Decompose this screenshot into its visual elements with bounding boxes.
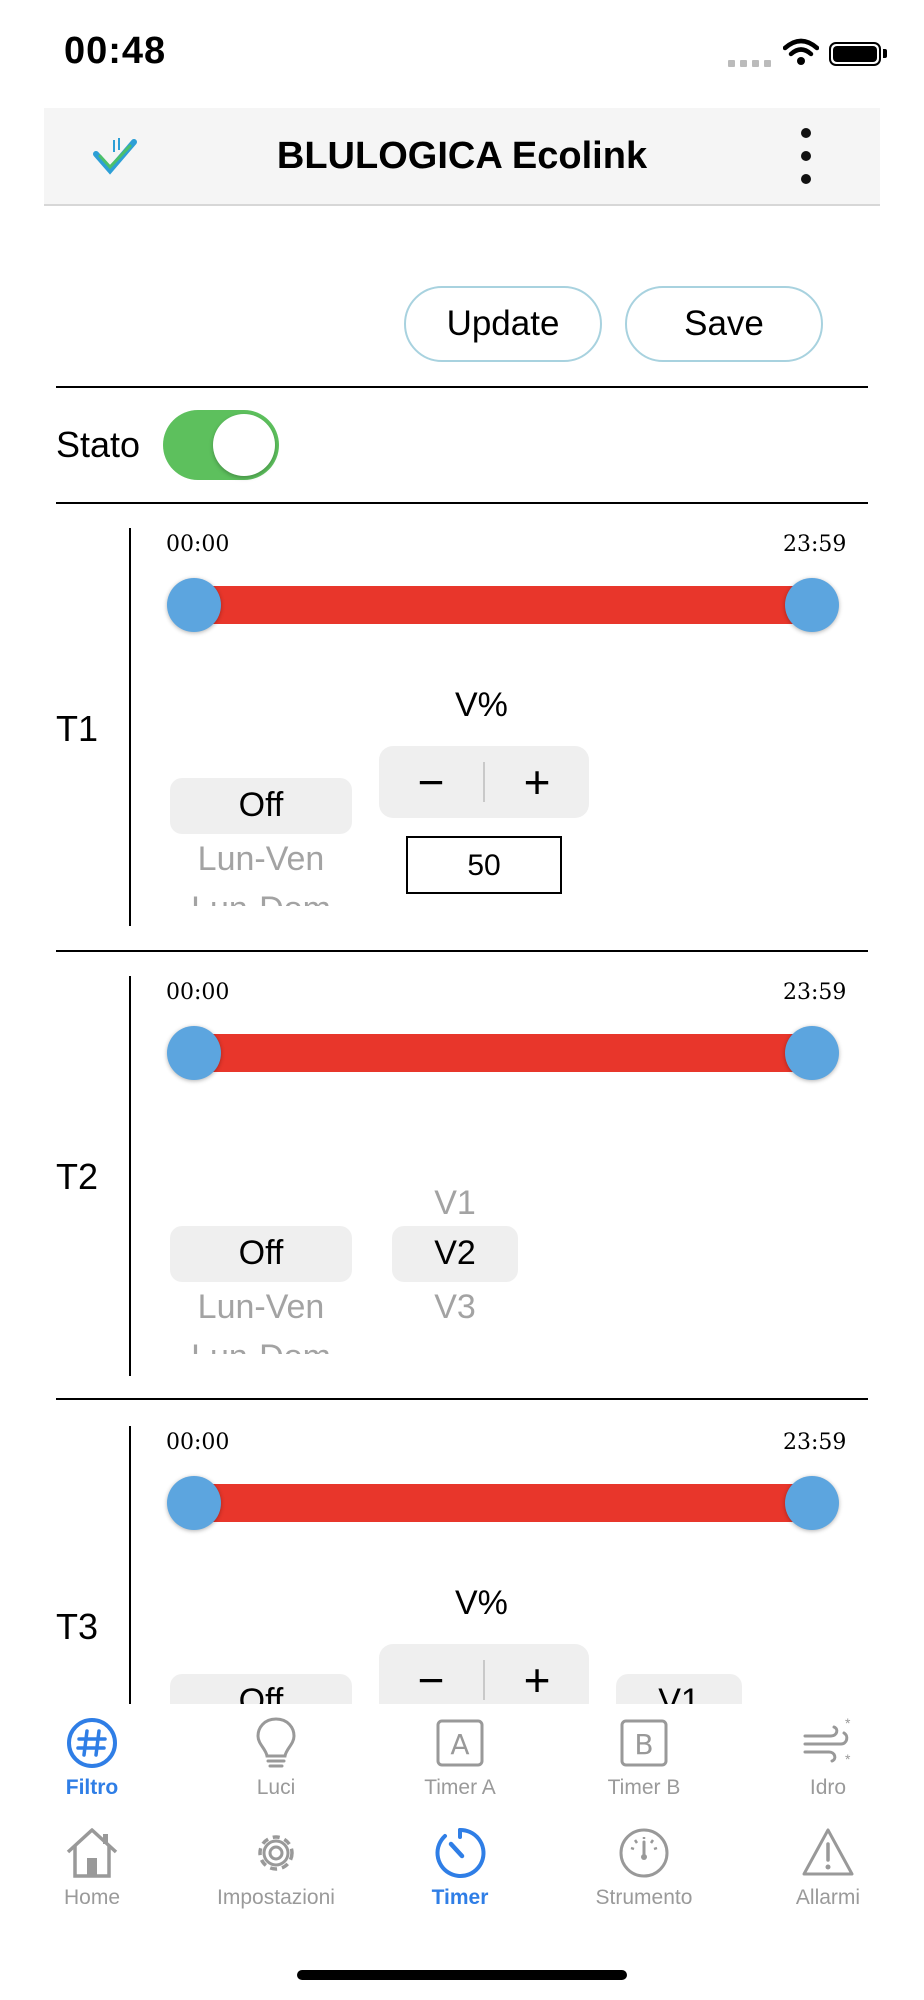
- increment-button[interactable]: +: [485, 1644, 589, 1704]
- timer-label: T3: [56, 1606, 99, 1647]
- range-start-time: 00:00: [166, 1430, 230, 1455]
- tab-label: Timer A: [424, 1776, 496, 1799]
- svg-text:*: *: [845, 1751, 851, 1767]
- range-end-time: 23:59: [783, 980, 847, 1005]
- divider: [56, 950, 868, 952]
- range-start-handle[interactable]: [167, 1026, 221, 1080]
- timer-label: T2: [56, 1156, 99, 1197]
- range-start-time: 00:00: [166, 532, 230, 557]
- gear-icon: [258, 1835, 294, 1871]
- svg-text:B: B: [634, 1728, 653, 1761]
- range-end-handle[interactable]: [785, 1026, 839, 1080]
- timer-label: T1: [56, 708, 99, 749]
- wifi-icon: [783, 38, 819, 65]
- divider: [56, 386, 868, 388]
- vperc-label: V%: [455, 686, 508, 724]
- timer-separator: [129, 528, 131, 926]
- warning-icon: [802, 1828, 854, 1876]
- days-picker-selected[interactable]: Off: [170, 786, 352, 825]
- timer-separator: [129, 976, 131, 1376]
- days-picker-selected[interactable]: Off: [170, 1682, 352, 1704]
- tab-label: Strumento: [595, 1886, 693, 1909]
- tab-label: Impostazioni: [217, 1886, 335, 1909]
- increment-button[interactable]: +: [485, 746, 589, 818]
- app-title: BLULOGICA Ecolink: [276, 135, 648, 177]
- time-range-track: [190, 586, 812, 624]
- wind-icon: * *: [803, 1716, 851, 1767]
- tab-label: Luci: [256, 1776, 296, 1799]
- days-picker-option[interactable]: Lun-Dom: [170, 890, 352, 906]
- tab-label: Timer B: [607, 1776, 681, 1799]
- tab-timer[interactable]: Timer: [368, 1826, 552, 1910]
- home-icon: [66, 1828, 118, 1878]
- tab-label: Filtro: [65, 1776, 119, 1799]
- tab-filtro[interactable]: Filtro: [0, 1716, 184, 1800]
- tab-timer-a[interactable]: A Timer A: [368, 1716, 552, 1800]
- timer-a-icon: A: [436, 1719, 484, 1767]
- battery-tip: [883, 49, 887, 58]
- speed-picker-selected[interactable]: V1: [616, 1682, 742, 1704]
- home-indicator: [297, 1970, 627, 1980]
- time-range-track: [190, 1034, 812, 1072]
- stopwatch-icon: [435, 1827, 486, 1878]
- battery-icon: [829, 42, 881, 66]
- speed-picker-selected[interactable]: V2: [392, 1234, 518, 1273]
- timer-t3-section: T3 00:00 23:59 V% − + Off V1: [0, 1400, 924, 1704]
- stato-label: Stato: [56, 424, 141, 465]
- vperc-value[interactable]: 50: [406, 836, 562, 894]
- range-end-handle[interactable]: [785, 1476, 839, 1530]
- svg-text:*: *: [845, 1716, 851, 1731]
- stato-toggle[interactable]: [163, 410, 279, 480]
- tab-label: Timer: [431, 1886, 489, 1909]
- tab-luci[interactable]: Luci: [184, 1716, 368, 1800]
- vperc-label: V%: [455, 1584, 508, 1622]
- divider: [56, 502, 868, 504]
- overflow-menu-icon[interactable]: [796, 128, 816, 184]
- range-end-time: 23:59: [783, 532, 847, 557]
- gauge-icon: [619, 1828, 669, 1878]
- range-start-handle[interactable]: [167, 578, 221, 632]
- tab-timer-b[interactable]: B Timer B: [552, 1716, 736, 1800]
- range-end-time: 23:59: [783, 1430, 847, 1455]
- range-end-handle[interactable]: [785, 578, 839, 632]
- range-start-handle[interactable]: [167, 1476, 221, 1530]
- vperc-stepper[interactable]: − +: [379, 746, 589, 818]
- tab-strumento[interactable]: Strumento: [552, 1826, 736, 1910]
- timer-separator: [129, 1426, 131, 1704]
- tab-label: Home: [63, 1886, 121, 1909]
- vperc-stepper[interactable]: − +: [379, 1644, 589, 1704]
- range-start-time: 00:00: [166, 980, 230, 1005]
- cellular-signal-icon: [728, 60, 771, 67]
- timer-b-icon: B: [620, 1719, 668, 1767]
- save-button[interactable]: Save: [625, 286, 823, 362]
- lightbulb-icon: [256, 1717, 296, 1768]
- tab-label: Idro: [809, 1776, 847, 1799]
- tab-impostazioni[interactable]: Impostazioni: [184, 1826, 368, 1910]
- decrement-button[interactable]: −: [379, 746, 483, 818]
- days-picker-option[interactable]: Lun-Ven: [170, 840, 352, 879]
- days-picker-selected[interactable]: Off: [170, 1234, 352, 1273]
- speed-picker-option[interactable]: V3: [392, 1288, 518, 1327]
- update-button[interactable]: Update: [404, 286, 602, 362]
- tab-label: Allarmi: [795, 1886, 861, 1909]
- days-picker-option[interactable]: Lun-Ven: [170, 1288, 352, 1327]
- decrement-button[interactable]: −: [379, 1644, 483, 1704]
- svg-text:A: A: [450, 1728, 469, 1761]
- speed-picker-option[interactable]: V1: [392, 1184, 518, 1223]
- status-time: 00:48: [64, 30, 167, 72]
- tab-allarmi[interactable]: Allarmi: [736, 1826, 920, 1910]
- days-picker-option[interactable]: Lun-Dom: [170, 1338, 352, 1354]
- time-range-track: [190, 1484, 812, 1522]
- tab-idro[interactable]: * * Idro: [736, 1716, 920, 1800]
- tab-home[interactable]: Home: [0, 1826, 184, 1910]
- hash-icon: [67, 1718, 117, 1768]
